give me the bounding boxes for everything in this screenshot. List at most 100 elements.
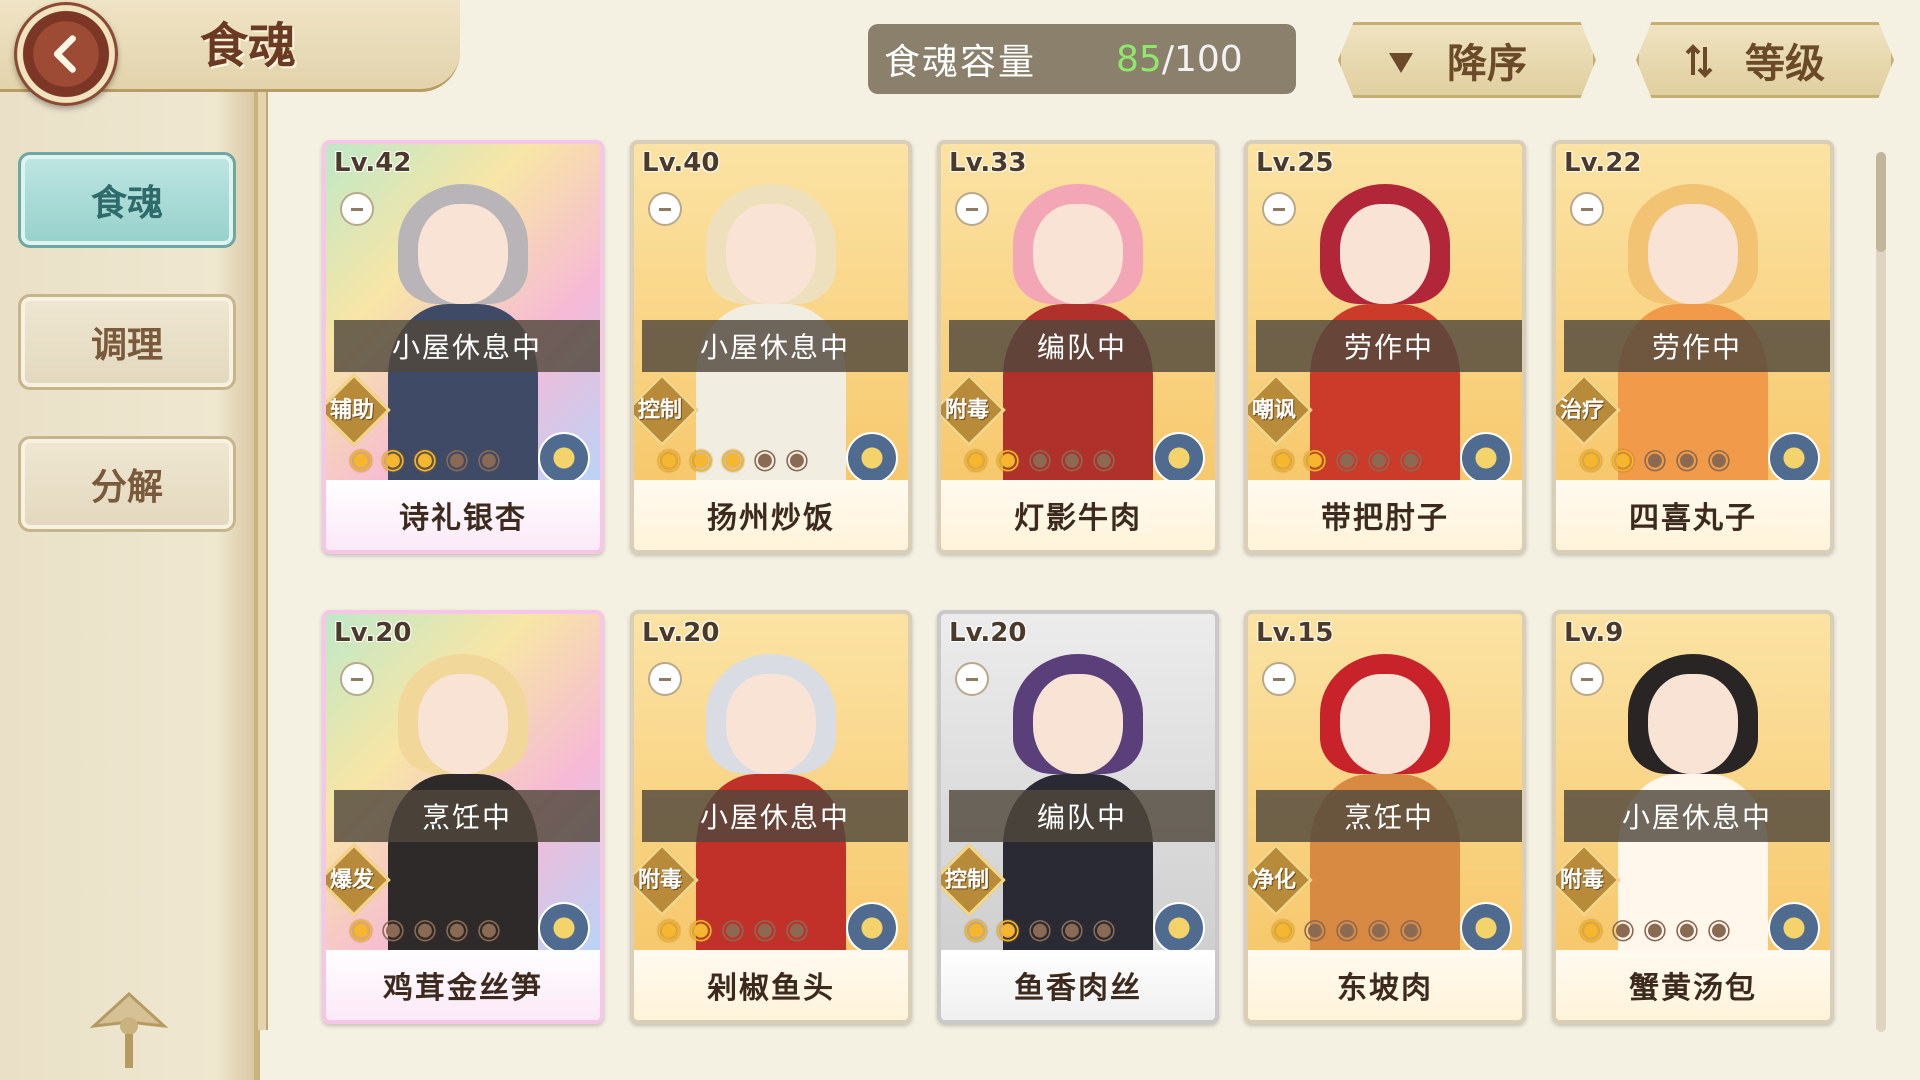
lock-toggle-icon[interactable] (648, 192, 682, 226)
back-button[interactable] (14, 2, 118, 106)
sort-order-button[interactable]: 降序 (1338, 22, 1596, 98)
flame-empty-icon: ◉ (1027, 912, 1053, 945)
food-soul-card[interactable]: Lv.42 小屋休息中 辅助 ◉ ◉ ◉ ◉ ◉ 诗礼银杏 (322, 140, 604, 554)
role-tag: 治疗 (1556, 380, 1614, 436)
lock-toggle-icon[interactable] (955, 662, 989, 696)
status-banner: 烹饪中 (334, 790, 600, 842)
flame-empty-icon: ◉ (1302, 912, 1328, 945)
status-banner: 劳作中 (1256, 320, 1522, 372)
food-soul-card[interactable]: Lv.15 烹饪中 净化 ◉ ◉ ◉ ◉ ◉ 东坡肉 (1244, 610, 1526, 1024)
page-title: 食魂 (200, 18, 297, 74)
level-label: Lv.15 (1256, 618, 1334, 648)
star-rating: ◉ ◉ ◉ ◉ ◉ (654, 444, 812, 474)
status-banner: 小屋休息中 (1564, 790, 1830, 842)
food-soul-card[interactable]: Lv.40 小屋休息中 控制 ◉ ◉ ◉ ◉ ◉ 扬州炒饭 (630, 140, 912, 554)
lock-toggle-icon[interactable] (1262, 662, 1296, 696)
food-soul-card[interactable]: Lv.20 编队中 控制 ◉ ◉ ◉ ◉ ◉ 鱼香肉丝 (937, 610, 1219, 1024)
level-label: Lv.20 (949, 618, 1027, 648)
type-emblem-icon (1460, 902, 1512, 954)
flame-empty-icon: ◉ (1091, 912, 1117, 945)
flame-empty-icon: ◉ (1366, 442, 1392, 475)
star-rating: ◉ ◉ ◉ ◉ ◉ (961, 914, 1119, 944)
star-rating: ◉ ◉ ◉ ◉ ◉ (1576, 914, 1734, 944)
ornament-icon (89, 991, 169, 1068)
type-emblem-icon (1153, 902, 1205, 954)
lock-toggle-icon[interactable] (1570, 192, 1604, 226)
star-rating: ◉ ◉ ◉ ◉ ◉ (1576, 444, 1734, 474)
scrollbar-thumb[interactable] (1876, 152, 1886, 252)
role-tag: 控制 (634, 380, 692, 436)
sort-key-button[interactable]: 等级 (1636, 22, 1894, 98)
flame-filled-icon: ◉ (348, 912, 374, 945)
flame-empty-icon: ◉ (476, 912, 502, 945)
level-label: Lv.25 (1256, 148, 1334, 178)
role-label: 嘲讽 (1251, 398, 1296, 423)
status-banner: 劳作中 (1564, 320, 1830, 372)
level-label: Lv.42 (334, 148, 412, 178)
flame-empty-icon: ◉ (1642, 912, 1668, 945)
capacity-current: 85 (1116, 38, 1162, 80)
lock-toggle-icon[interactable] (1570, 662, 1604, 696)
card-name: 剁椒鱼头 (634, 950, 908, 1020)
type-emblem-icon (1153, 432, 1205, 484)
sort-key-label: 等级 (1745, 41, 1825, 87)
flame-empty-icon: ◉ (444, 442, 470, 475)
card-name: 鱼香肉丝 (941, 950, 1215, 1020)
flame-empty-icon: ◉ (1027, 442, 1053, 475)
food-soul-card[interactable]: Lv.20 烹饪中 爆发 ◉ ◉ ◉ ◉ ◉ 鸡茸金丝笋 (322, 610, 604, 1024)
star-rating: ◉ ◉ ◉ ◉ ◉ (961, 444, 1119, 474)
status-banner: 编队中 (949, 790, 1215, 842)
food-soul-card[interactable]: Lv.20 小屋休息中 附毒 ◉ ◉ ◉ ◉ ◉ 剁椒鱼头 (630, 610, 912, 1024)
flame-empty-icon: ◉ (1059, 912, 1085, 945)
flame-empty-icon: ◉ (1706, 442, 1732, 475)
star-rating: ◉ ◉ ◉ ◉ ◉ (346, 444, 504, 474)
type-emblem-icon (846, 432, 898, 484)
lock-toggle-icon[interactable] (955, 192, 989, 226)
lock-toggle-icon[interactable] (340, 662, 374, 696)
status-banner: 烹饪中 (1256, 790, 1522, 842)
scrollbar[interactable] (1876, 152, 1886, 1032)
flame-empty-icon: ◉ (444, 912, 470, 945)
flame-empty-icon: ◉ (1334, 442, 1360, 475)
card-name: 灯影牛肉 (941, 480, 1215, 550)
flame-filled-icon: ◉ (656, 442, 682, 475)
status-banner: 编队中 (949, 320, 1215, 372)
role-tag: 控制 (941, 850, 999, 906)
flame-empty-icon: ◉ (476, 442, 502, 475)
role-tag: 净化 (1248, 850, 1306, 906)
flame-empty-icon: ◉ (1674, 442, 1700, 475)
star-rating: ◉ ◉ ◉ ◉ ◉ (1268, 444, 1426, 474)
sidebar-item-tiaoli[interactable]: 调理 (18, 294, 236, 390)
flame-empty-icon: ◉ (1610, 912, 1636, 945)
level-label: Lv.22 (1564, 148, 1642, 178)
role-label: 净化 (1251, 868, 1296, 893)
star-rating: ◉ ◉ ◉ ◉ ◉ (654, 914, 812, 944)
triangle-down-icon (1389, 53, 1413, 73)
flame-empty-icon: ◉ (1642, 442, 1668, 475)
star-rating: ◉ ◉ ◉ ◉ ◉ (1268, 914, 1426, 944)
flame-filled-icon: ◉ (720, 442, 746, 475)
role-label: 治疗 (1559, 398, 1604, 423)
food-soul-card[interactable]: Lv.33 编队中 附毒 ◉ ◉ ◉ ◉ ◉ 灯影牛肉 (937, 140, 1219, 554)
flame-filled-icon: ◉ (963, 442, 989, 475)
sidebar-item-fenjie[interactable]: 分解 (18, 436, 236, 532)
lock-toggle-icon[interactable] (1262, 192, 1296, 226)
flame-empty-icon: ◉ (784, 442, 810, 475)
chevron-left-icon (53, 35, 76, 73)
food-soul-card[interactable]: Lv.22 劳作中 治疗 ◉ ◉ ◉ ◉ ◉ 四喜丸子 (1552, 140, 1834, 554)
role-label: 辅助 (329, 398, 374, 423)
flame-empty-icon: ◉ (1398, 442, 1424, 475)
food-soul-card[interactable]: Lv.25 劳作中 嘲讽 ◉ ◉ ◉ ◉ ◉ 带把肘子 (1244, 140, 1526, 554)
lock-toggle-icon[interactable] (340, 192, 374, 226)
card-name: 东坡肉 (1248, 950, 1522, 1020)
role-tag: 附毒 (1556, 850, 1614, 906)
card-name: 鸡茸金丝笋 (326, 950, 600, 1020)
lock-toggle-icon[interactable] (648, 662, 682, 696)
role-tag: 附毒 (634, 850, 692, 906)
flame-filled-icon: ◉ (1270, 442, 1296, 475)
flame-filled-icon: ◉ (412, 442, 438, 475)
flame-empty-icon: ◉ (752, 912, 778, 945)
food-soul-card[interactable]: Lv.9 小屋休息中 附毒 ◉ ◉ ◉ ◉ ◉ 蟹黄汤包 (1552, 610, 1834, 1024)
sidebar-item-shihun[interactable]: 食魂 (18, 152, 236, 248)
flame-filled-icon: ◉ (688, 912, 714, 945)
